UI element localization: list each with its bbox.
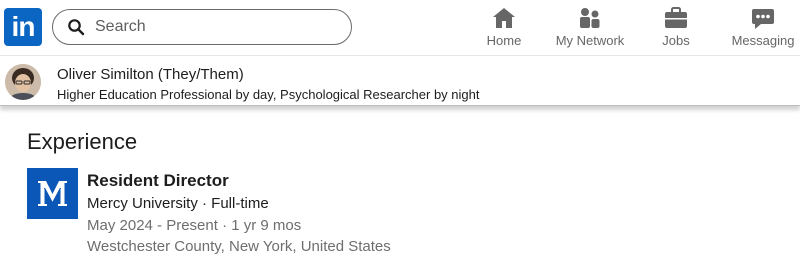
job-title[interactable]: Resident Director: [87, 170, 229, 191]
search-icon: [68, 19, 85, 36]
job-location: Westchester County, New York, United Sta…: [87, 238, 391, 255]
search-box[interactable]: [52, 9, 352, 45]
top-nav: in Home My Network Jobs: [0, 0, 800, 56]
profile-headline: Higher Education Professional by day, Ps…: [57, 87, 480, 102]
profile-pronouns: (They/Them): [157, 66, 244, 83]
job-dates: May 2024 - Present · 1 yr 9 mos: [87, 217, 302, 234]
nav-my-network[interactable]: My Network: [550, 6, 630, 52]
nav-messaging-label: Messaging: [731, 33, 795, 48]
nav-home-label: Home: [486, 33, 522, 48]
mercy-university-logo: [27, 168, 78, 219]
profile-sticky-bar: Oliver Similton (They/Them) Higher Educa…: [0, 56, 800, 106]
search-input[interactable]: [95, 16, 335, 38]
avatar[interactable]: [5, 64, 41, 100]
messaging-icon: [752, 9, 774, 29]
home-icon: [493, 8, 515, 28]
nav-jobs[interactable]: Jobs: [656, 6, 696, 52]
nav-my-network-label: My Network: [555, 33, 625, 48]
briefcase-icon: [665, 7, 687, 28]
experience-section-title: Experience: [27, 129, 138, 154]
network-icon: [580, 8, 600, 28]
profile-name: Oliver Similton (They/Them): [57, 66, 244, 84]
nav-home[interactable]: Home: [483, 6, 525, 52]
company-logo[interactable]: [27, 168, 78, 219]
nav-messaging[interactable]: Messaging: [728, 6, 798, 52]
job-company-line: Mercy University · Full-time: [87, 195, 269, 212]
nav-jobs-label: Jobs: [662, 33, 690, 48]
linkedin-logo[interactable]: in: [4, 8, 42, 46]
avatar-photo: [5, 64, 41, 100]
profile-name-text: Oliver Similton: [57, 66, 154, 83]
